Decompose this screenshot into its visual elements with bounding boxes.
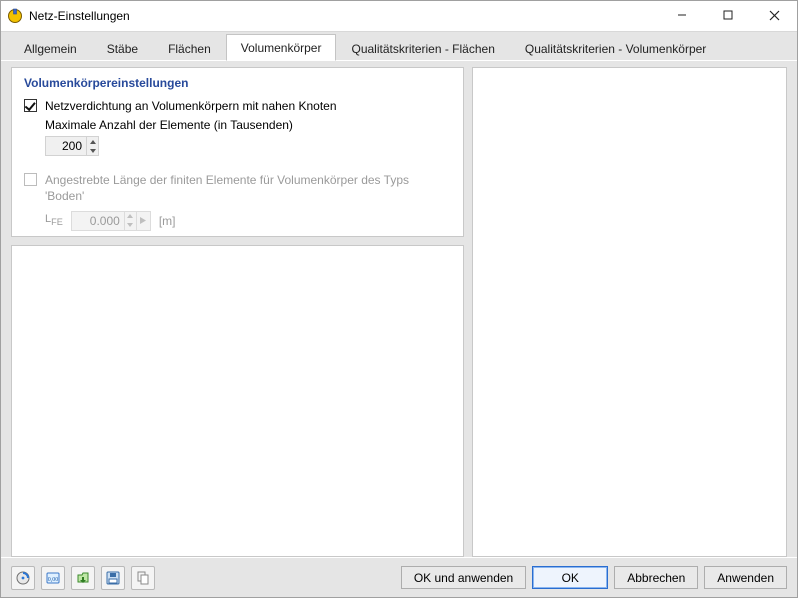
picker-lfe <box>136 212 150 230</box>
option-refine-close-nodes: Netzverdichtung an Volumenkörpern mit na… <box>24 98 451 114</box>
spinner-arrows <box>86 137 98 155</box>
toolbtn-save-default[interactable] <box>101 566 125 590</box>
spinner-max-elements[interactable] <box>45 136 99 156</box>
tab-qualitaet-flaechen[interactable]: Qualitätskriterien - Flächen <box>336 35 509 61</box>
checkbox-refine-close-nodes[interactable] <box>24 99 37 112</box>
app-icon <box>7 8 23 24</box>
close-button[interactable] <box>751 1 797 29</box>
svg-text:0,00: 0,00 <box>48 577 59 583</box>
tab-strip: Allgemein Stäbe Flächen Volumenkörper Qu… <box>1 31 797 61</box>
tab-flaechen[interactable]: Flächen <box>153 35 226 61</box>
unit-lfe: [m] <box>159 214 176 228</box>
spinner-lfe <box>71 211 151 231</box>
right-panel <box>472 67 787 557</box>
toolbtn-copy[interactable] <box>131 566 155 590</box>
checkbox-target-fe-length <box>24 173 37 186</box>
input-max-elements[interactable] <box>46 137 86 155</box>
toolbtn-load-default[interactable] <box>71 566 95 590</box>
cancel-button[interactable]: Abbrechen <box>614 566 698 589</box>
tab-volumenkoerper[interactable]: Volumenkörper <box>226 34 337 61</box>
symbol-lfe: LFE <box>45 213 63 227</box>
lower-left-panel <box>11 245 464 557</box>
tab-allgemein[interactable]: Allgemein <box>9 35 92 61</box>
option-target-fe-length: Angestrebte Länge der finiten Elemente f… <box>24 172 451 204</box>
tab-qualitaet-volumenkoerper[interactable]: Qualitätskriterien - Volumenkörper <box>510 35 721 61</box>
spinner-lfe-up <box>125 212 136 221</box>
window-buttons <box>659 1 797 31</box>
toolbtn-default-values[interactable]: 0,00 <box>41 566 65 590</box>
spinner-down[interactable] <box>87 146 98 155</box>
titlebar: Netz-Einstellungen <box>1 1 797 31</box>
input-lfe <box>72 212 124 230</box>
ok-and-apply-button[interactable]: OK und anwenden <box>401 566 526 589</box>
window-title: Netz-Einstellungen <box>29 9 659 23</box>
mesh-settings-window: Netz-Einstellungen Allgemein Stäbe Fläch… <box>0 0 798 598</box>
row-lfe: LFE [m] <box>45 211 451 231</box>
settings-panel: Volumenkörpereinstellungen Netzverdichtu… <box>11 67 464 237</box>
spinner-up[interactable] <box>87 137 98 146</box>
toolbtn-units[interactable] <box>11 566 35 590</box>
label-max-elements: Maximale Anzahl der Elemente (in Tausend… <box>45 118 451 132</box>
footer-bar: 0,00 OK und anwenden OK Abbrechen <box>1 557 797 597</box>
settings-panel-title: Volumenkörpereinstellungen <box>24 76 451 90</box>
minimize-button[interactable] <box>659 1 705 29</box>
content-area: Volumenkörpereinstellungen Netzverdichtu… <box>1 61 797 557</box>
maximize-button[interactable] <box>705 1 751 29</box>
label-refine-close-nodes: Netzverdichtung an Volumenkörpern mit na… <box>45 98 337 114</box>
apply-button[interactable]: Anwenden <box>704 566 787 589</box>
ok-button[interactable]: OK <box>532 566 608 589</box>
tab-staebe[interactable]: Stäbe <box>92 35 153 61</box>
label-target-fe-length: Angestrebte Länge der finiten Elemente f… <box>45 172 451 204</box>
spinner-lfe-down <box>125 221 136 230</box>
